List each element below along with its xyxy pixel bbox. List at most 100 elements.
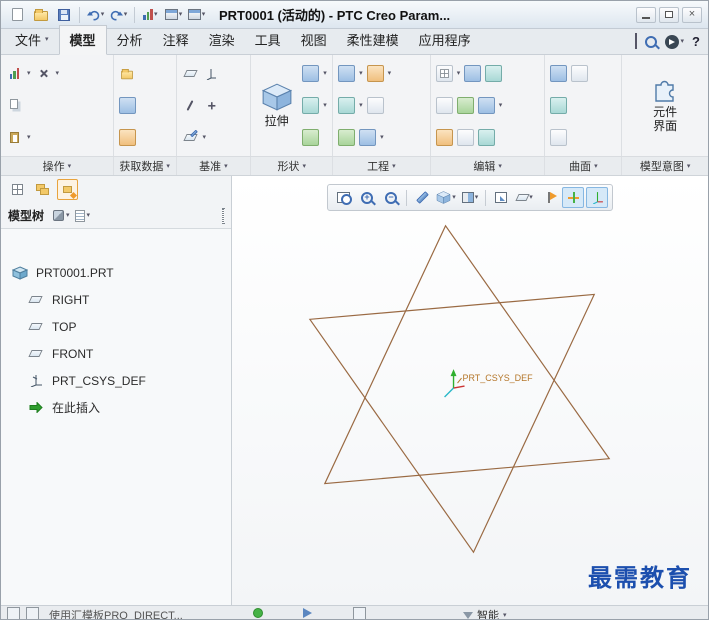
chamfer-icon[interactable]: [338, 96, 356, 114]
layer-tree-button[interactable]: [7, 179, 28, 200]
tab-tools[interactable]: 工具: [245, 26, 291, 54]
caret-icon[interactable]: ▾: [499, 102, 503, 109]
csys-display-button[interactable]: [586, 187, 608, 208]
close-button[interactable]: ×: [682, 6, 702, 23]
group-label-surfaces[interactable]: 曲面 ▾: [544, 157, 621, 175]
graphics-viewport[interactable]: PRT_CSYS_DEF: [232, 176, 708, 605]
tree-tools-button[interactable]: ▾: [53, 210, 70, 221]
caret-icon[interactable]: ▾: [203, 134, 207, 141]
round-icon[interactable]: [366, 65, 384, 83]
stop-icon[interactable]: [353, 607, 366, 619]
freestyle-icon[interactable]: [550, 128, 568, 146]
extrude-button[interactable]: 拉伸: [257, 81, 297, 130]
thicken-icon[interactable]: [435, 128, 453, 146]
datum-axis-icon[interactable]: [182, 97, 199, 114]
tree-item-part[interactable]: PRT0001.PRT: [1, 259, 231, 286]
tree-item-top-plane[interactable]: TOP: [1, 313, 231, 340]
caret-icon[interactable]: ▾: [359, 102, 363, 109]
tree-expand-button[interactable]: [222, 207, 224, 224]
caret-icon[interactable]: ▾: [457, 70, 461, 77]
user-defined-feature-icon[interactable]: [118, 96, 136, 114]
rib-icon[interactable]: [359, 128, 377, 146]
caret-icon[interactable]: ▾: [56, 70, 60, 77]
collapse-ribbon-button[interactable]: [634, 32, 637, 49]
group-label-shapes[interactable]: 形状 ▾: [250, 157, 332, 175]
delete-icon[interactable]: [35, 65, 52, 82]
tree-filters-button[interactable]: ▾: [74, 209, 90, 222]
tab-analysis[interactable]: 分析: [107, 26, 153, 54]
solidify-icon[interactable]: [456, 128, 474, 146]
merge-icon[interactable]: [435, 96, 453, 114]
mirror-icon[interactable]: [464, 65, 482, 83]
navigator-toggle-icon[interactable]: [7, 607, 20, 619]
favorites-button[interactable]: [57, 179, 78, 200]
display-style-button[interactable]: ▾: [435, 187, 457, 208]
boundary-blend-icon[interactable]: [571, 65, 589, 83]
folder-browser-button[interactable]: [32, 179, 53, 200]
extend-icon[interactable]: [456, 96, 474, 114]
paste-icon[interactable]: [6, 129, 23, 146]
tree-item-right-plane[interactable]: RIGHT: [1, 286, 231, 313]
sketch-icon[interactable]: [182, 129, 199, 146]
spin-center-button[interactable]: [562, 187, 584, 208]
component-interface-button[interactable]: 元件界面: [648, 76, 682, 136]
restore-button[interactable]: [659, 6, 679, 23]
caret-icon[interactable]: ▾: [380, 134, 384, 141]
saved-orientations-button[interactable]: [490, 187, 512, 208]
caret-icon[interactable]: ▾: [323, 70, 327, 77]
zoom-in-button[interactable]: +: [356, 187, 378, 208]
tab-applications[interactable]: 应用程序: [409, 26, 481, 54]
shell-icon[interactable]: [338, 128, 356, 146]
import-icon[interactable]: [119, 65, 136, 82]
browser-toggle-icon[interactable]: [26, 607, 39, 619]
resume-icon[interactable]: [303, 608, 312, 618]
annotation-display-button[interactable]: [538, 187, 560, 208]
sync-button[interactable]: ▾: [664, 34, 684, 49]
fill-icon[interactable]: [550, 65, 568, 83]
minimize-button[interactable]: [636, 6, 656, 23]
sweep-icon[interactable]: [302, 97, 320, 114]
tab-view[interactable]: 视图: [291, 26, 337, 54]
group-label-model-intent[interactable]: 模型意图 ▾: [621, 157, 708, 175]
section-button[interactable]: ▾: [459, 187, 481, 208]
copy-icon[interactable]: [6, 97, 23, 114]
datum-point-icon[interactable]: [203, 97, 220, 114]
save-button[interactable]: [53, 4, 74, 25]
undo-button[interactable]: ▾: [85, 4, 106, 25]
tab-model[interactable]: 模型: [58, 25, 107, 55]
group-label-editing[interactable]: 编辑 ▾: [429, 157, 545, 175]
group-label-datum[interactable]: 基准 ▾: [175, 157, 251, 175]
help-button[interactable]: ?: [692, 34, 700, 49]
blend-icon[interactable]: [302, 129, 320, 146]
tab-flexible-modeling[interactable]: 柔性建模: [337, 26, 409, 54]
close-window-button[interactable]: ▾: [186, 4, 207, 25]
image-icon[interactable]: [118, 128, 136, 146]
pattern-icon[interactable]: [435, 65, 453, 83]
caret-icon[interactable]: ▾: [27, 70, 31, 77]
trim-icon[interactable]: [485, 65, 503, 83]
zoom-out-button[interactable]: −: [380, 187, 402, 208]
tree-item-insert-here[interactable]: 在此插入: [1, 394, 231, 421]
revolve-icon[interactable]: [302, 65, 320, 82]
refit-button[interactable]: [332, 187, 354, 208]
regenerate-icon[interactable]: [6, 65, 23, 82]
tab-render[interactable]: 渲染: [199, 26, 245, 54]
tab-annotate[interactable]: 注释: [153, 26, 199, 54]
caret-icon[interactable]: ▾: [359, 70, 363, 77]
group-label-engineering[interactable]: 工程 ▾: [332, 157, 430, 175]
tree-item-front-plane[interactable]: FRONT: [1, 340, 231, 367]
datum-display-filters-button[interactable]: ▾: [514, 187, 536, 208]
group-label-get-data[interactable]: 获取数据 ▾: [112, 157, 176, 175]
group-label-operations[interactable]: 操作 ▾: [1, 157, 113, 175]
offset-icon[interactable]: [477, 96, 495, 114]
datum-csys-icon[interactable]: [203, 65, 220, 82]
style-icon[interactable]: [550, 96, 568, 114]
redo-button[interactable]: ▾: [108, 4, 129, 25]
tree-item-csys[interactable]: PRT_CSYS_DEF: [1, 367, 231, 394]
hole-icon[interactable]: [338, 65, 356, 83]
draft-icon[interactable]: [366, 96, 384, 114]
datum-plane-icon[interactable]: [182, 65, 199, 82]
new-file-button[interactable]: [7, 4, 28, 25]
project-icon[interactable]: [477, 128, 495, 146]
graphics-area[interactable]: + − ▾ ▾ ▾ PRT_CSYS_DEF 最需教育: [232, 176, 708, 605]
